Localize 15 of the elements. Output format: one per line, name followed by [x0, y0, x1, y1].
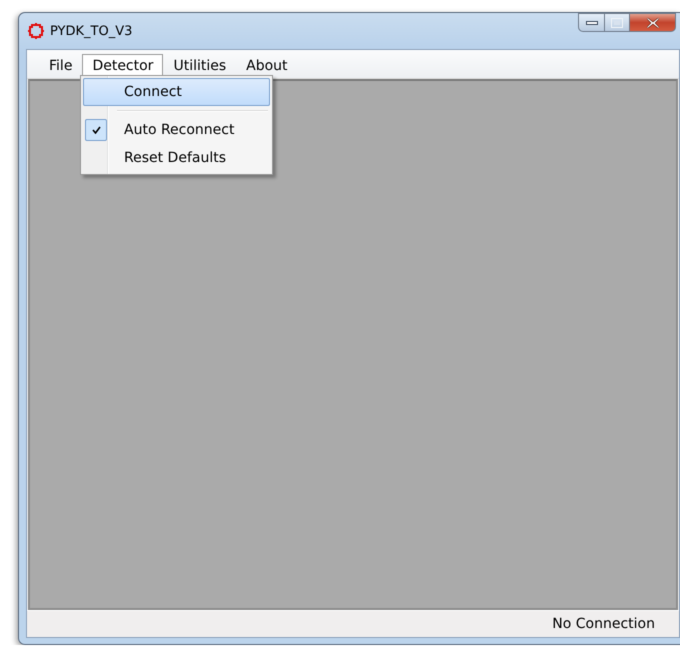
menu-option[interactable]: Auto Reconnect [83, 116, 270, 144]
close-icon [646, 18, 658, 28]
menu-item[interactable]: Utilities [163, 54, 236, 78]
minimize-icon [586, 20, 598, 26]
minimize-button[interactable] [578, 13, 604, 32]
close-button[interactable] [630, 13, 676, 32]
maximize-icon [611, 18, 623, 28]
app-icon [28, 23, 44, 39]
menu-item[interactable]: File [39, 54, 82, 78]
window-title: PYDK_TO_V3 [50, 24, 132, 38]
menu-item[interactable]: About [236, 54, 298, 78]
status-text: No Connection [552, 616, 655, 632]
menu-option[interactable]: Reset Defaults [83, 144, 270, 172]
menu-option[interactable]: Connect [83, 78, 270, 106]
maximize-button[interactable] [604, 13, 630, 32]
